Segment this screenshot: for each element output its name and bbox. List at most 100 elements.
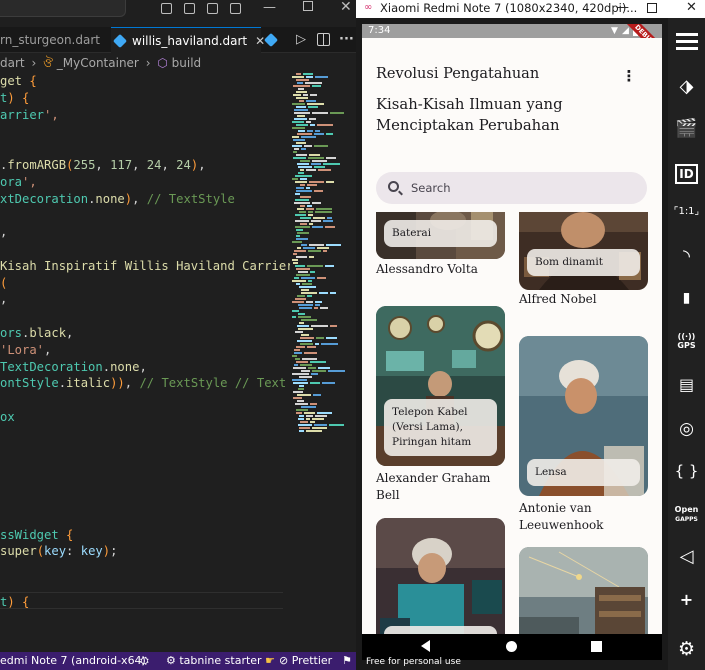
- card-volta[interactable]: Baterai Alessandro Volta: [376, 212, 505, 292]
- code-line[interactable]: ssWidget {: [0, 527, 73, 544]
- prettier-status[interactable]: ⊘ Prettier: [279, 652, 332, 670]
- minimap-line: [295, 331, 303, 333]
- minimap-line: [300, 196, 311, 198]
- run-icon[interactable]: ▷: [296, 27, 306, 53]
- code-line[interactable]: t) {: [0, 594, 29, 611]
- minimize-icon[interactable]: —: [616, 0, 629, 16]
- code-line[interactable]: super(key: key);: [0, 543, 117, 560]
- card-label: Telepon (Versi Baru 2000): [384, 626, 497, 634]
- minimap-line: [310, 124, 315, 126]
- minimap-line: [298, 88, 304, 90]
- more-vert-icon[interactable]: ⋮: [621, 68, 637, 88]
- close-icon[interactable]: ✕: [686, 0, 697, 16]
- minimap-line: [311, 373, 318, 375]
- minimize-icon[interactable]: —: [263, 0, 276, 16]
- braces-icon[interactable]: { }: [668, 462, 705, 480]
- code-line[interactable]: (: [0, 275, 7, 292]
- code-line[interactable]: ors.black,: [0, 325, 73, 342]
- nav-recents-icon[interactable]: [591, 641, 602, 652]
- code-line[interactable]: ox: [0, 409, 15, 426]
- minimap-line: [296, 154, 307, 156]
- minimap-line: [315, 304, 320, 306]
- card-library[interactable]: [519, 547, 648, 634]
- card-grid[interactable]: Baterai Alessandro Volta Bom dinamit Alf…: [362, 212, 662, 634]
- code-line[interactable]: xtDecoration.none), // TextStyle: [0, 191, 235, 208]
- tab-overflow[interactable]: [262, 27, 290, 53]
- minimap-line: [293, 253, 297, 255]
- minimap[interactable]: [290, 73, 356, 443]
- code-line[interactable]: ,: [0, 291, 7, 308]
- customize-layout-icon[interactable]: [230, 3, 241, 14]
- code-line[interactable]: get {: [0, 73, 37, 90]
- code-line[interactable]: .fromARGB(255, 117, 24, 24),: [0, 157, 206, 174]
- menu-icon[interactable]: [668, 33, 705, 50]
- plus-icon[interactable]: +: [668, 590, 705, 609]
- sd-card-icon[interactable]: ▮: [668, 290, 705, 306]
- card-telepon[interactable]: Telepon (Versi Baru 2000): [376, 518, 505, 634]
- command-center[interactable]: [0, 0, 126, 17]
- minimap-line: [293, 94, 301, 96]
- toggle-secondary-sidebar-icon[interactable]: [207, 3, 218, 14]
- rss-icon[interactable]: ◝: [668, 246, 705, 267]
- phone-screen[interactable]: 7:34 ▼ ◢ DEBUG Revolusi Pengatahuan ⋮ Ki…: [362, 24, 662, 660]
- tab-willis-haviland[interactable]: willis_haviland.dart ✕: [111, 27, 265, 53]
- minimap-line: [292, 259, 298, 261]
- back-triangle-icon[interactable]: ◁: [668, 546, 705, 567]
- minimap-line: [308, 211, 313, 213]
- minimap-line: [293, 397, 302, 399]
- code-line[interactable]: ontStyle.italic)), // TextStyle // Text: [0, 375, 286, 392]
- code-line[interactable]: TextDecoration.none,: [0, 359, 147, 376]
- breadcrumb-method[interactable]: build: [172, 56, 202, 70]
- tabnine-status[interactable]: ⚙ tabnine starter ☛: [166, 652, 275, 670]
- code-editor[interactable]: get {t) {arrier', .fromARGB(255, 117, 24,…: [0, 73, 290, 643]
- card-bell[interactable]: Telepon Kabel (Versi Lama), Piringan hit…: [376, 306, 505, 506]
- gps-icon[interactable]: ((·)) GPS: [668, 332, 705, 350]
- minimap-line: [296, 106, 306, 108]
- minimap-line: [320, 307, 328, 309]
- minimap-line: [306, 121, 311, 123]
- code-line[interactable]: t) {: [0, 90, 29, 107]
- minimap-line: [308, 106, 318, 108]
- copilot-icon[interactable]: ⛭: [140, 652, 149, 670]
- breadcrumb-class[interactable]: _MyContainer: [57, 56, 139, 70]
- device-selector[interactable]: edmi Note 7 (android-x64): [0, 652, 146, 670]
- minimap-line: [307, 346, 316, 348]
- settings-icon[interactable]: ⚙: [668, 638, 705, 660]
- emulator-window: ∞ Xiaomi Redmi Note 7 (1080x2340, 420dpi…: [356, 0, 705, 670]
- card-nobel[interactable]: Bom dinamit Alfred Nobel: [519, 212, 648, 312]
- clapper-icon[interactable]: 🎬: [668, 118, 705, 139]
- minimap-line: [300, 343, 313, 345]
- maximize-icon[interactable]: [303, 1, 313, 11]
- prettier-label: Prettier: [291, 654, 333, 667]
- code-line[interactable]: Kisah Inspiratif Willis Haviland Carrier…: [0, 258, 290, 275]
- breadcrumb-file[interactable]: dart: [0, 56, 25, 70]
- toggle-primary-sidebar-icon[interactable]: [161, 3, 172, 14]
- fingerprint-icon[interactable]: ◎: [668, 419, 705, 439]
- notification-icon[interactable]: ⚑: [342, 652, 352, 670]
- maximize-icon[interactable]: [647, 3, 657, 13]
- tab-sturgeon[interactable]: rn_sturgeon.dart: [0, 27, 110, 53]
- search-bar[interactable]: Search: [376, 172, 647, 204]
- card-leeuwenhoek[interactable]: Lensa Antonie van Leeuwenhook: [519, 336, 648, 536]
- minimap-line: [301, 244, 307, 246]
- code-line[interactable]: ,: [0, 224, 7, 241]
- pixel-icon[interactable]: ⌜1:1⌟: [668, 206, 705, 217]
- minimap-line: [314, 133, 324, 135]
- toggle-panel-icon[interactable]: [184, 3, 195, 14]
- split-editor-icon[interactable]: [317, 33, 330, 46]
- more-actions-icon[interactable]: ···: [339, 27, 354, 53]
- nav-home-icon[interactable]: [506, 641, 517, 652]
- rotate-icon[interactable]: ⬗: [668, 76, 705, 97]
- minimap-line: [307, 295, 312, 297]
- close-icon[interactable]: ✕: [340, 0, 352, 15]
- opengapps-icon[interactable]: Open GAPPS: [668, 505, 705, 524]
- id-icon[interactable]: ID: [668, 164, 705, 184]
- code-line[interactable]: arrier',: [0, 107, 59, 124]
- minimap-line: [299, 211, 306, 213]
- code-line[interactable]: 'Lora',: [0, 342, 51, 359]
- emulator-title: Xiaomi Redmi Note 7 (1080x2340, 420dpi).…: [380, 1, 638, 15]
- nav-back-icon[interactable]: [421, 640, 430, 652]
- code-line[interactable]: ora',: [0, 174, 37, 191]
- minimap-line: [323, 250, 327, 252]
- film-icon[interactable]: ▤: [668, 375, 705, 394]
